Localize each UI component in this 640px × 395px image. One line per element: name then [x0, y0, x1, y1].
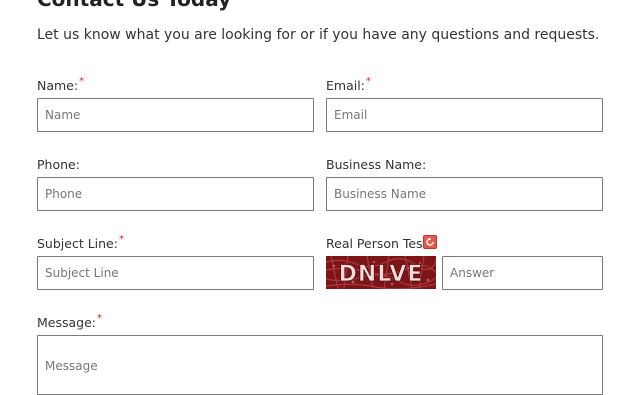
- refresh-icon[interactable]: [423, 235, 437, 249]
- name-field[interactable]: [37, 98, 314, 132]
- email-label: Email:*: [326, 76, 371, 93]
- message-field[interactable]: [37, 335, 603, 395]
- captcha-image: DNLVE: [326, 256, 436, 289]
- business-name-field[interactable]: [326, 177, 603, 211]
- phone-field[interactable]: [37, 177, 314, 211]
- captcha-text: DNLVE: [339, 262, 424, 287]
- subject-field[interactable]: [37, 256, 314, 290]
- message-label: Message:*: [37, 313, 102, 330]
- intro-text: Let us know what you are looking for or …: [37, 27, 600, 43]
- captcha-label: Real Person Test:*: [326, 234, 438, 251]
- subject-label: Subject Line:*: [37, 234, 124, 251]
- phone-label: Phone:: [37, 157, 80, 172]
- required-mark: *: [79, 76, 85, 87]
- captcha-answer-field[interactable]: [442, 256, 603, 290]
- required-mark: *: [97, 313, 102, 324]
- name-label: Name:*: [37, 76, 85, 93]
- page-title: Contact Us Today: [37, 0, 231, 11]
- business-name-label: Business Name:: [326, 157, 427, 172]
- required-mark: *: [365, 76, 371, 87]
- email-field[interactable]: [326, 98, 603, 132]
- required-mark: *: [118, 234, 124, 245]
